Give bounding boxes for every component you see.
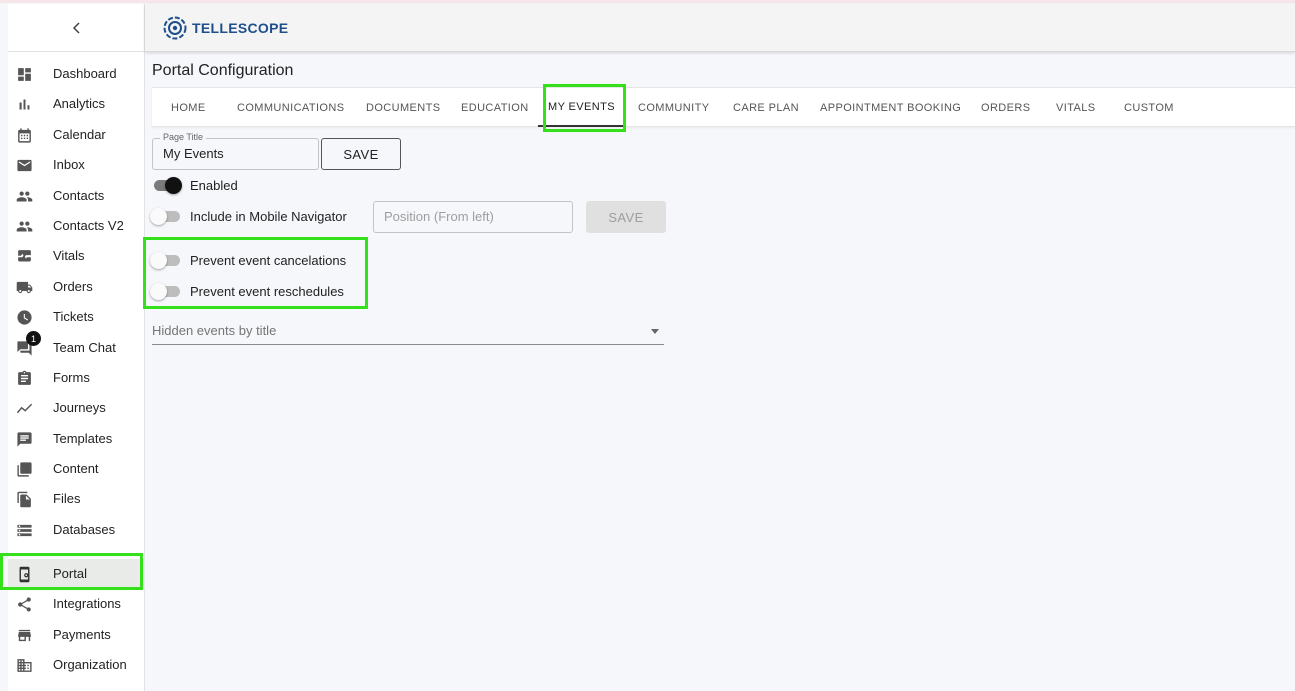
mobile-navigator-label: Include in Mobile Navigator xyxy=(190,209,347,224)
sidebar-item-portal[interactable]: Portal xyxy=(8,559,145,589)
tab-custom[interactable]: CUSTOM xyxy=(1124,88,1174,127)
sidebar-item-label: Contacts xyxy=(53,188,105,203)
prevent-reschedules-label: Prevent event reschedules xyxy=(190,284,344,299)
sidebar-item-label: Forms xyxy=(53,370,90,385)
tab-vitals[interactable]: VITALS xyxy=(1056,88,1096,127)
prevent-cancelations-toggle[interactable] xyxy=(150,251,182,271)
calendar-icon xyxy=(16,127,33,144)
unread-badge: 1 xyxy=(26,331,41,346)
sidebar-item-label: Dashboard xyxy=(53,66,117,81)
sidebar-item-label: Inbox xyxy=(53,157,85,172)
position-field xyxy=(373,201,573,233)
monitor-heart-icon xyxy=(16,248,33,265)
page-title-field: Page Title xyxy=(152,132,319,170)
sidebar-item-integrations[interactable]: Integrations xyxy=(8,589,145,619)
sidebar: Dashboard Analytics Calendar Inbox Conta… xyxy=(8,4,145,691)
save-page-title-button[interactable]: SAVE xyxy=(321,138,401,170)
prevent-cancelations-label: Prevent event cancelations xyxy=(190,253,347,268)
mobile-navigator-toggle[interactable] xyxy=(150,207,182,227)
tellescope-logo-icon xyxy=(163,16,187,40)
sidebar-item-journeys[interactable]: Journeys xyxy=(8,393,145,423)
sidebar-item-label: Payments xyxy=(53,627,111,642)
sidebar-item-label: Calendar xyxy=(53,127,106,142)
sidebar-item-team-chat[interactable]: 1 Team Chat xyxy=(8,331,145,363)
store-icon xyxy=(16,627,33,644)
save-position-button[interactable]: SAVE xyxy=(586,201,666,233)
top-header: TELLESCOPE xyxy=(145,4,1295,52)
file-copy-icon xyxy=(16,491,33,508)
page-title: Portal Configuration xyxy=(152,62,294,79)
trend-icon xyxy=(16,400,33,417)
clock-icon xyxy=(16,309,33,326)
hidden-events-select[interactable]: Hidden events by title xyxy=(152,320,664,345)
storage-icon xyxy=(16,522,33,539)
tab-education[interactable]: EDUCATION xyxy=(461,88,529,127)
sidebar-item-label: Team Chat xyxy=(53,340,116,355)
sidebar-item-analytics[interactable]: Analytics xyxy=(8,89,145,119)
sidebar-item-databases[interactable]: Databases xyxy=(8,515,145,545)
sidebar-item-files[interactable]: Files xyxy=(8,484,145,514)
tab-community[interactable]: COMMUNITY xyxy=(638,88,709,127)
sidebar-item-label: Content xyxy=(53,461,99,476)
sidebar-collapse-button[interactable] xyxy=(8,4,145,52)
sidebar-item-label: Templates xyxy=(53,431,113,446)
sidebar-item-contacts[interactable]: Contacts xyxy=(8,181,145,211)
sidebar-item-label: Files xyxy=(53,491,81,506)
dropdown-arrow-icon xyxy=(651,329,659,334)
sidebar-item-label: Orders xyxy=(53,279,93,294)
message-icon xyxy=(16,431,33,448)
sidebar-item-content[interactable]: Content xyxy=(8,454,145,484)
sidebar-item-label: Vitals xyxy=(53,248,85,263)
tab-orders[interactable]: ORDERS xyxy=(981,88,1030,127)
mail-icon xyxy=(16,157,33,174)
building-icon xyxy=(16,657,33,674)
sidebar-item-orders[interactable]: Orders xyxy=(8,272,145,302)
library-icon xyxy=(16,461,33,478)
sidebar-item-templates[interactable]: Templates xyxy=(8,424,145,454)
dashboard-icon xyxy=(16,66,33,83)
sidebar-item-payments[interactable]: Payments xyxy=(8,620,145,650)
sidebar-item-forms[interactable]: Forms xyxy=(8,363,145,393)
sidebar-item-vitals[interactable]: Vitals xyxy=(8,241,145,271)
tab-home[interactable]: HOME xyxy=(171,88,206,127)
sidebar-item-label: Contacts V2 xyxy=(53,218,124,233)
tab-appointment-booking[interactable]: APPOINTMENT BOOKING xyxy=(820,88,961,127)
tab-my-events[interactable]: MY EVENTS xyxy=(538,88,625,127)
tab-documents[interactable]: DOCUMENTS xyxy=(366,88,441,127)
clipboard-icon xyxy=(16,370,33,387)
sidebar-item-inbox[interactable]: Inbox xyxy=(8,150,145,180)
portal-tabs: HOME COMMUNICATIONS DOCUMENTS EDUCATION … xyxy=(152,87,1295,127)
hidden-events-label: Hidden events by title xyxy=(152,323,277,338)
tab-care-plan[interactable]: CARE PLAN xyxy=(733,88,799,127)
sidebar-item-contacts-v2[interactable]: Contacts V2 xyxy=(8,211,145,241)
enabled-label: Enabled xyxy=(190,178,238,193)
sidebar-item-dashboard[interactable]: Dashboard xyxy=(8,59,145,89)
bar-chart-icon xyxy=(16,96,33,113)
sidebar-item-calendar[interactable]: Calendar xyxy=(8,120,145,150)
share-icon xyxy=(16,596,33,613)
top-accent-line xyxy=(0,0,1295,3)
people-icon xyxy=(16,188,33,205)
people-icon xyxy=(16,218,33,235)
sidebar-item-label: Organization xyxy=(53,657,127,672)
prevent-reschedules-toggle[interactable] xyxy=(150,282,182,302)
chevron-left-icon xyxy=(72,21,80,34)
sidebar-item-label: Journeys xyxy=(53,400,106,415)
sidebar-item-label: Portal xyxy=(53,566,87,581)
truck-icon xyxy=(16,279,33,296)
sidebar-item-organization[interactable]: Organization xyxy=(8,650,145,680)
page-title-input[interactable] xyxy=(163,146,313,161)
sidebar-item-label: Integrations xyxy=(53,596,121,611)
phone-settings-icon xyxy=(16,566,33,583)
sidebar-item-label: Tickets xyxy=(53,309,94,324)
sidebar-item-label: Databases xyxy=(53,522,116,537)
sidebar-item-label: Analytics xyxy=(53,96,106,111)
enabled-toggle[interactable] xyxy=(152,176,182,196)
page-title-field-label: Page Title xyxy=(160,132,207,142)
sidebar-item-tickets[interactable]: Tickets xyxy=(8,302,145,332)
brand-logo[interactable]: TELLESCOPE xyxy=(163,16,288,40)
tab-communications[interactable]: COMMUNICATIONS xyxy=(237,88,344,127)
position-input[interactable] xyxy=(384,209,564,224)
brand-name: TELLESCOPE xyxy=(192,20,289,36)
